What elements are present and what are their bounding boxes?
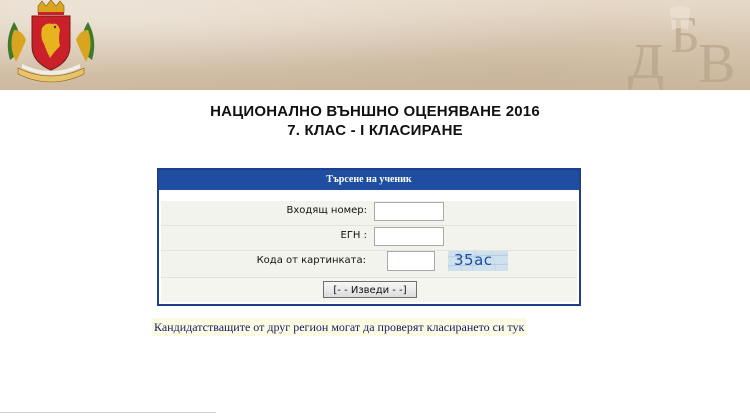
captcha-image: 35ac xyxy=(448,251,508,271)
student-search-form: Търсене на ученик Входящ номер: ЕГН : Ко… xyxy=(157,168,581,306)
submit-button[interactable]: [- - Изведи - -] xyxy=(323,281,417,298)
egn-row: ЕГН : xyxy=(161,226,577,251)
captcha-label: Кода от картинката: xyxy=(256,255,366,266)
coat-of-arms-icon xyxy=(7,0,95,83)
captcha-input[interactable] xyxy=(387,251,435,271)
egn-label: ЕГН : xyxy=(340,230,367,241)
svg-text:д: д xyxy=(628,14,665,90)
captcha-row: Кода от картинката: 35ac xyxy=(161,251,577,278)
svg-text:В: В xyxy=(698,33,735,90)
page-title: НАЦИОНАЛНО ВЪНШНО ОЦЕНЯВАНЕ 2016 xyxy=(210,103,540,120)
incoming-number-label: Входящ номер: xyxy=(286,205,368,216)
incoming-number-row: Входящ номер: xyxy=(161,201,577,226)
incoming-number-input[interactable] xyxy=(374,202,444,221)
submit-row: [- - Изведи - -] xyxy=(161,278,577,302)
page-subtitle: 7. КЛАС - I КЛАСИРАНЕ xyxy=(287,122,463,139)
header-banner: д Б В xyxy=(0,0,750,90)
divider xyxy=(0,412,216,413)
captcha-text: 35ac xyxy=(454,251,493,269)
other-region-notice[interactable]: Кандидатстващите от друг регион могат да… xyxy=(152,318,527,336)
page: д Б В НАЦИОНАЛНО ВЪНШНО ОЦЕНЯВАНЕ 2016 7… xyxy=(0,0,750,416)
search-panel-heading: Търсене на ученик xyxy=(159,170,579,190)
egn-input[interactable] xyxy=(374,227,444,246)
abv-logo-icon: д Б В xyxy=(628,6,735,90)
